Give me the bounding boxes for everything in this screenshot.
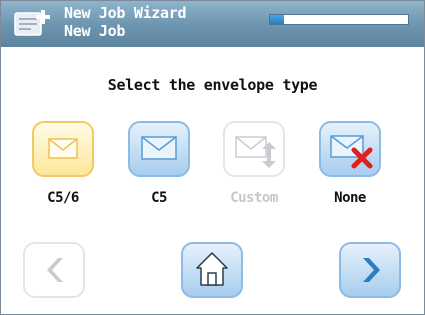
title-bar: New Job Wizard New Job xyxy=(1,1,424,47)
envelope-icon xyxy=(141,136,177,160)
page-prompt: Select the envelope type xyxy=(107,76,318,94)
option-custom-label: Custom xyxy=(230,190,278,206)
option-c5-label: C5 xyxy=(151,190,167,206)
wizard-title: New Job Wizard xyxy=(64,4,187,22)
home-icon xyxy=(196,252,228,286)
option-none-button[interactable] xyxy=(319,121,381,177)
envelope-none-icon xyxy=(330,135,373,169)
option-custom-button[interactable] xyxy=(223,121,285,177)
back-button[interactable] xyxy=(23,242,85,298)
chevron-left-icon xyxy=(47,258,63,282)
wizard-subtitle: New Job xyxy=(64,22,126,40)
option-c5-6-button[interactable] xyxy=(32,121,94,177)
envelope-resize-icon xyxy=(235,136,276,168)
home-button[interactable] xyxy=(181,242,243,298)
progress-fill xyxy=(270,15,284,24)
option-none-label: None xyxy=(334,190,366,206)
new-job-icon xyxy=(13,7,57,43)
chevron-right-icon xyxy=(363,258,380,282)
progress-bar xyxy=(269,14,409,25)
envelope-icon xyxy=(48,138,78,159)
next-button[interactable] xyxy=(339,242,401,298)
option-c5-button[interactable] xyxy=(128,121,190,177)
wizard-window: New Job Wizard New Job Select the envelo… xyxy=(0,0,425,315)
option-c5-6-label: C5/6 xyxy=(47,190,79,206)
